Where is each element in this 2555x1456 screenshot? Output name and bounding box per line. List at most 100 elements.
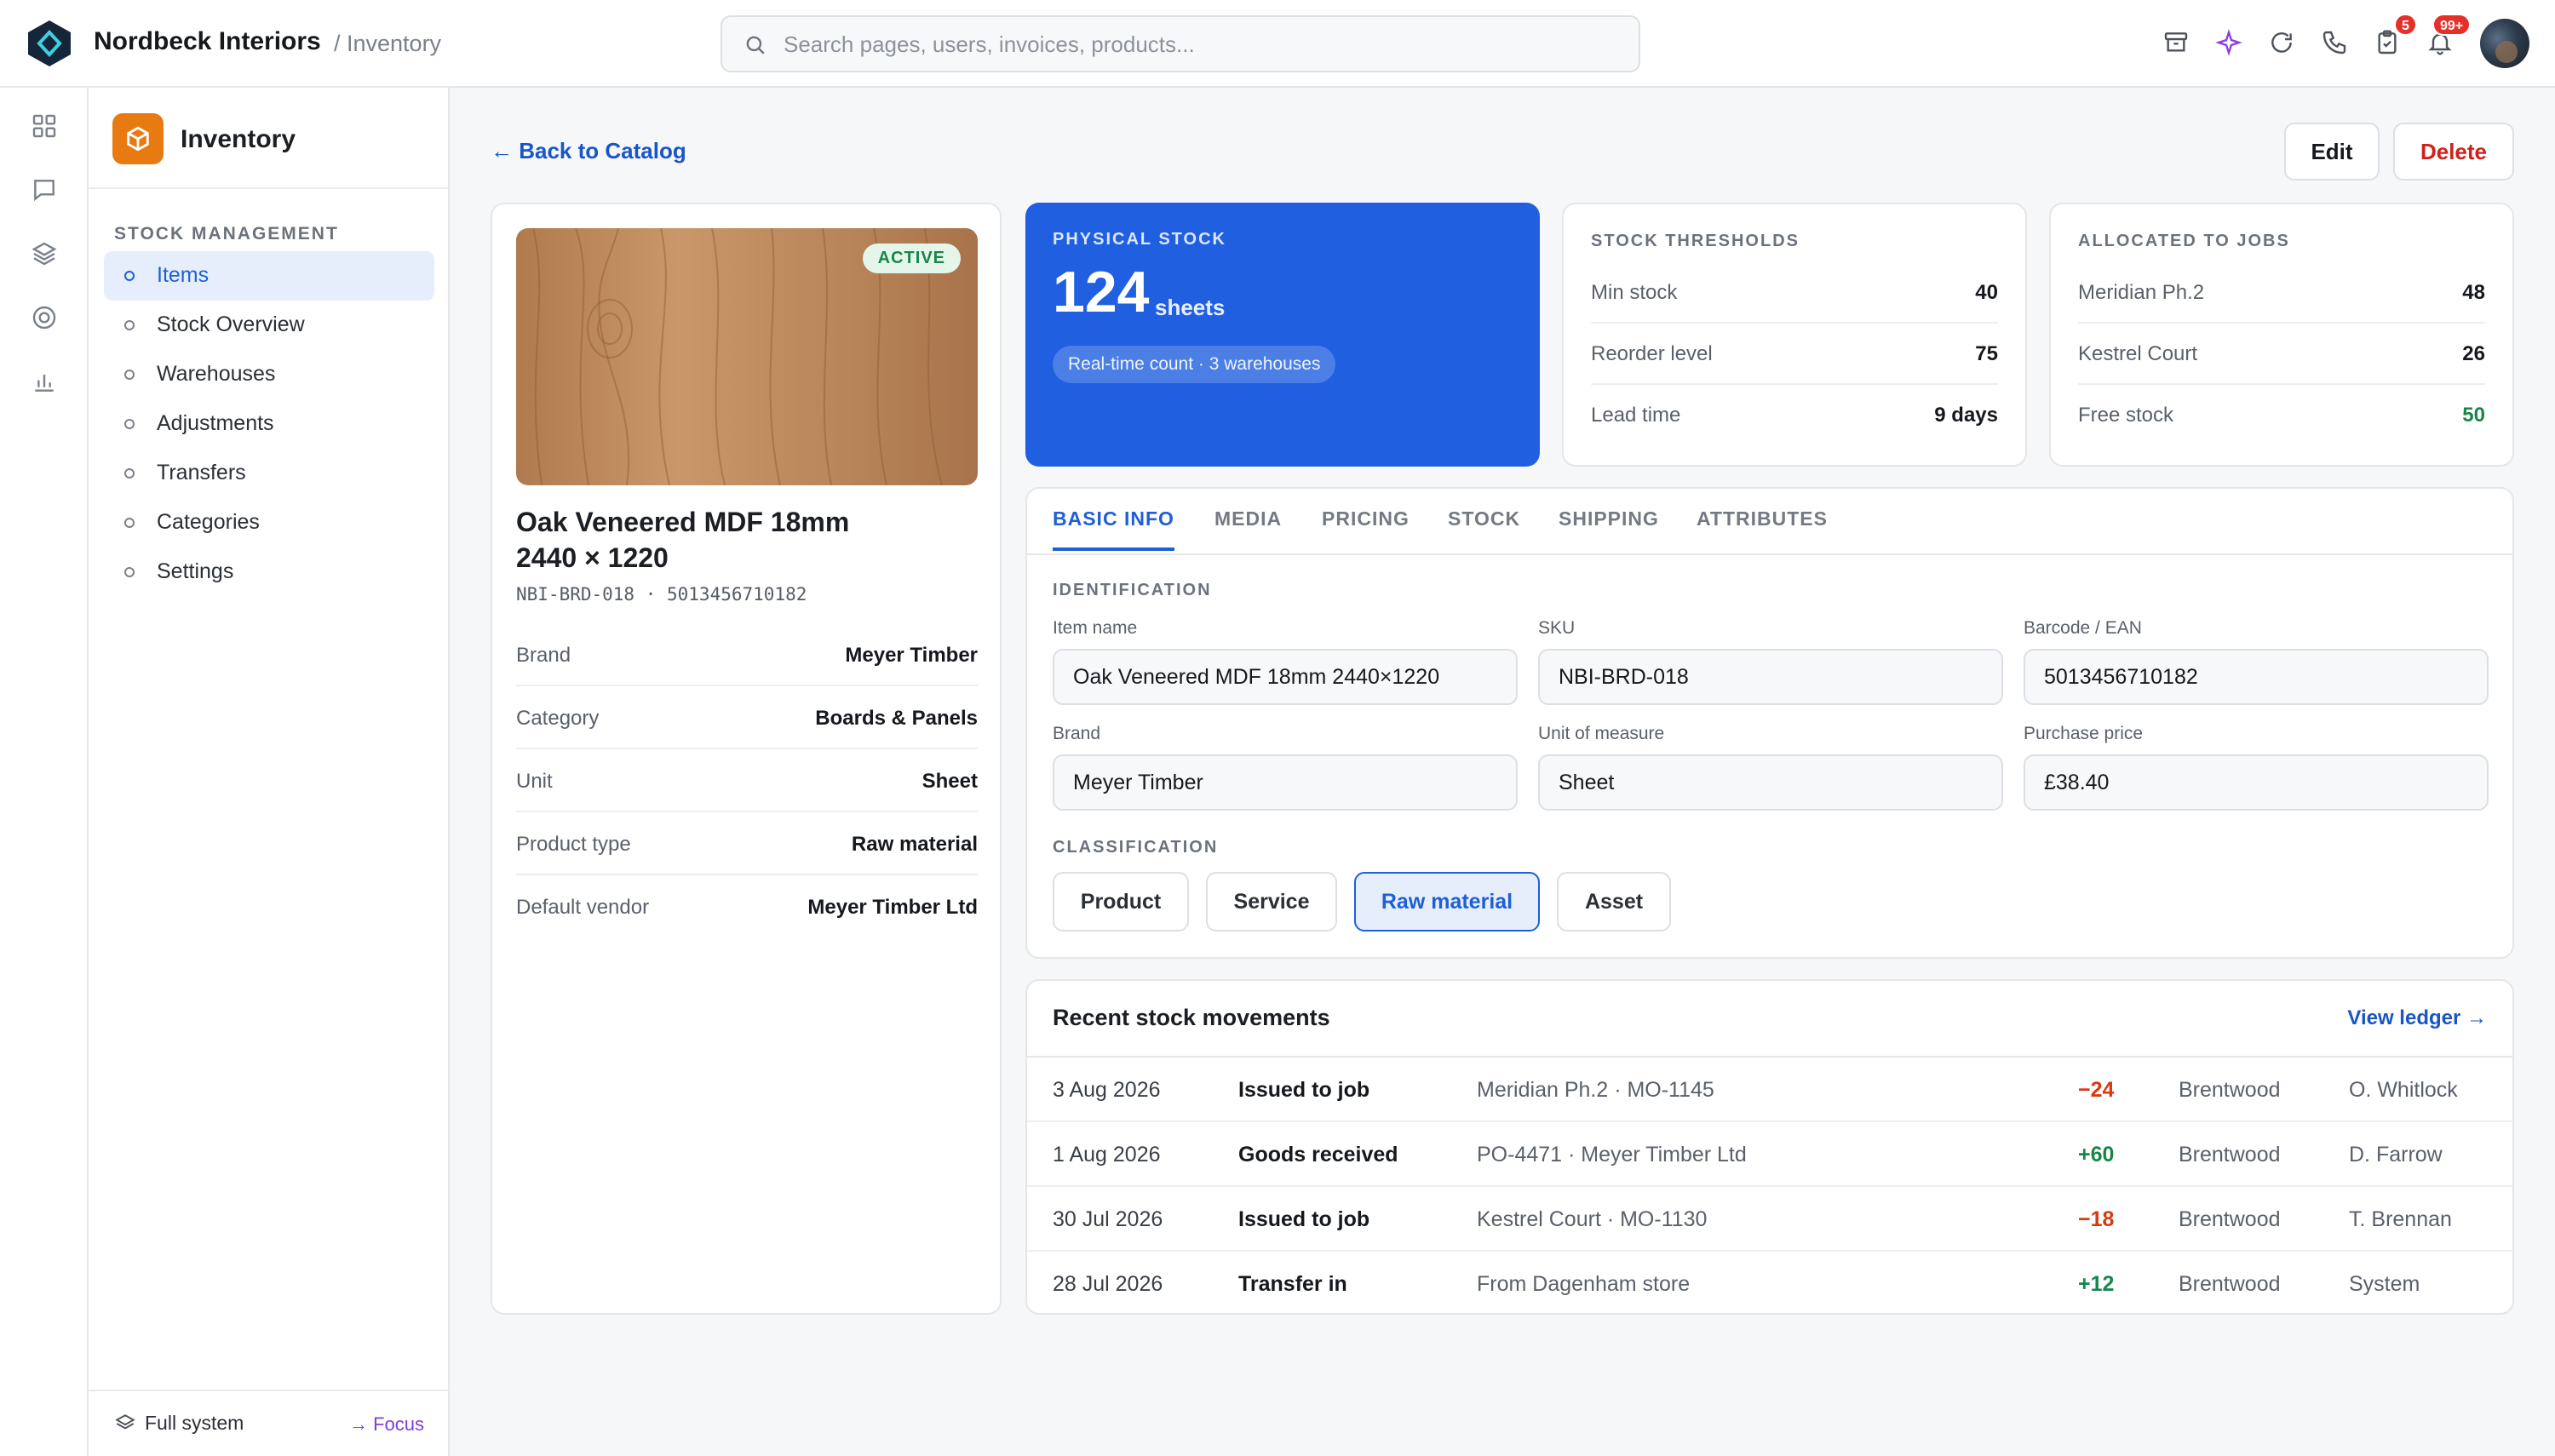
edit-button[interactable]: Edit <box>2284 123 2380 181</box>
allocation-row: Free stock 50 <box>2078 385 2485 446</box>
product-codes: NBI-BRD-018 · 5013456710182 <box>516 584 807 605</box>
spec-key: Unit <box>516 770 553 793</box>
threshold-value: 75 <box>1975 342 1998 365</box>
sku-field[interactable] <box>1538 649 2003 705</box>
grid-apps-icon[interactable] <box>27 109 61 143</box>
product-card: ACTIVE Oak Veneered MDF 18mm 2440 × 1220… <box>491 203 1002 1315</box>
free-stock-value: 50 <box>2462 404 2485 427</box>
archive-icon[interactable] <box>2159 26 2193 60</box>
barcode-field[interactable] <box>2024 649 2489 705</box>
detail-tabs: BASIC INFO MEDIA PRICING STOCK SHIPPING … <box>1027 489 2512 555</box>
sidebar-item-warehouses[interactable]: Warehouses <box>104 350 434 399</box>
movement-reference: PO-4471 · Meyer Timber Ltd <box>1477 1143 1747 1167</box>
sidebar-item-label: Items <box>157 263 210 287</box>
sidebar-item-adjustments[interactable]: Adjustments <box>104 399 434 449</box>
focus-link[interactable]: → Focus <box>349 1413 424 1436</box>
threshold-value: 40 <box>1975 281 1998 304</box>
unit-of-measure-label: Unit of measure <box>1538 724 1665 743</box>
sidebar-item-transfers[interactable]: Transfers <box>104 449 434 498</box>
item-name-field[interactable] <box>1053 649 1518 705</box>
bullet-icon <box>124 518 135 528</box>
movement-reference: From Dagenham store <box>1477 1272 1691 1296</box>
bullet-icon <box>124 468 135 479</box>
movement-quantity: +60 <box>2078 1143 2115 1167</box>
product-title-line1: Oak Veneered MDF 18mm <box>516 507 850 537</box>
refresh-icon[interactable] <box>2265 26 2299 60</box>
movement-type: Issued to job <box>1238 1078 1370 1102</box>
sidebar-item-settings[interactable]: Settings <box>104 547 434 597</box>
sidebar-item-label: Settings <box>157 559 234 583</box>
sidebar-item-categories[interactable]: Categories <box>104 498 434 547</box>
movement-reference: Meridian Ph.2 · MO-1145 <box>1477 1078 1714 1102</box>
tab-shipping[interactable]: SHIPPING <box>1559 507 1659 547</box>
product-title-line2: 2440 × 1220 <box>516 542 669 573</box>
allocated-jobs-card: ALLOCATED TO JOBS Meridian Ph.2 48 Kestre… <box>2049 203 2514 467</box>
back-to-catalog-link[interactable]: ← Back to Catalog <box>491 138 686 164</box>
classification-product-option[interactable]: Product <box>1053 872 1189 931</box>
search-input[interactable] <box>784 26 1618 63</box>
view-ledger-link[interactable]: View ledger → <box>2347 1006 2487 1030</box>
phone-icon[interactable] <box>2317 26 2351 60</box>
sidebar-header: Inventory <box>89 88 448 189</box>
spec-row: Unit Sheet <box>516 749 978 812</box>
layers-icon[interactable] <box>27 237 61 271</box>
table-row[interactable]: 3 Aug 2026 Issued to job Meridian Ph.2 ·… <box>1027 1058 2512 1122</box>
back-label: Back to Catalog <box>519 138 686 163</box>
icon-rail <box>0 88 89 1456</box>
spec-key: Brand <box>516 644 571 667</box>
thresholds-title: STOCK THRESHOLDS <box>1591 232 1800 250</box>
tab-attributes[interactable]: ATTRIBUTES <box>1697 507 1828 547</box>
sidebar-item-stock-overview[interactable]: Stock Overview <box>104 301 434 350</box>
allocation-value: 26 <box>2462 342 2485 365</box>
tab-stock[interactable]: STOCK <box>1448 507 1520 547</box>
search-icon <box>746 36 765 54</box>
threshold-row: Reorder level 75 <box>1591 324 1998 385</box>
sidebar-item-label: Categories <box>157 510 260 534</box>
threshold-key: Min stock <box>1591 281 1678 304</box>
tasks-badge: 5 <box>2394 14 2417 36</box>
tab-basic-info[interactable]: BASIC INFO <box>1053 507 1174 551</box>
movement-date: 30 Jul 2026 <box>1053 1207 1163 1231</box>
sidebar-item-items[interactable]: Items <box>104 251 434 301</box>
sidebar-item-label: Adjustments <box>157 411 274 435</box>
classification-service-option[interactable]: Service <box>1206 872 1337 931</box>
bullet-icon <box>124 419 135 429</box>
movement-reference: Kestrel Court · MO-1130 <box>1477 1207 1708 1231</box>
cube-icon <box>112 113 164 164</box>
delete-button[interactable]: Delete <box>2393 123 2514 181</box>
movement-quantity: −18 <box>2078 1207 2115 1231</box>
movement-warehouse: Brentwood <box>2179 1078 2281 1102</box>
movement-date: 1 Aug 2026 <box>1053 1143 1161 1167</box>
bullet-icon <box>124 320 135 330</box>
classification-raw-material-option[interactable]: Raw material <box>1354 872 1540 931</box>
tab-pricing[interactable]: PRICING <box>1322 507 1410 547</box>
classification-asset-option[interactable]: Asset <box>1557 872 1671 931</box>
user-avatar[interactable] <box>2480 19 2529 68</box>
sidebar-item-label: Transfers <box>157 461 246 484</box>
classification-heading: CLASSIFICATION <box>1053 838 1219 857</box>
unit-of-measure-field[interactable] <box>1538 754 2003 811</box>
table-row[interactable]: 28 Jul 2026 Transfer in From Dagenham st… <box>1027 1252 2512 1316</box>
brand-field[interactable] <box>1053 754 1518 811</box>
table-row[interactable]: 1 Aug 2026 Goods received PO-4471 · Meye… <box>1027 1122 2512 1187</box>
target-icon[interactable] <box>27 301 61 335</box>
purchase-price-field[interactable] <box>2024 754 2489 811</box>
movement-user: O. Whitlock <box>2349 1078 2458 1102</box>
sparkle-ai-icon[interactable] <box>2212 26 2246 60</box>
full-system-toggle[interactable]: Full system <box>114 1412 244 1435</box>
item-details-card: BASIC INFO MEDIA PRICING STOCK SHIPPING … <box>1025 487 2514 959</box>
movements-table: 3 Aug 2026 Issued to job Meridian Ph.2 ·… <box>1027 1056 2512 1316</box>
chat-icon[interactable] <box>27 173 61 207</box>
sidebar-nav: Items Stock Overview Warehouses Adjustme… <box>104 251 434 597</box>
bar-chart-icon[interactable] <box>27 364 61 398</box>
threshold-row: Lead time 9 days <box>1591 385 1998 446</box>
stock-count-chip: Real-time count · 3 warehouses <box>1053 346 1336 383</box>
sku-label: SKU <box>1538 618 1576 638</box>
app-logo-icon[interactable] <box>26 19 73 68</box>
table-row[interactable]: 30 Jul 2026 Issued to job Kestrel Court … <box>1027 1187 2512 1252</box>
breadcrumb[interactable]: / Inventory <box>334 31 441 57</box>
item-name-label: Item name <box>1053 618 1138 638</box>
app-name[interactable]: Nordbeck Interiors <box>94 27 321 56</box>
tab-media[interactable]: MEDIA <box>1214 507 1282 547</box>
spec-value: Raw material <box>851 833 978 856</box>
